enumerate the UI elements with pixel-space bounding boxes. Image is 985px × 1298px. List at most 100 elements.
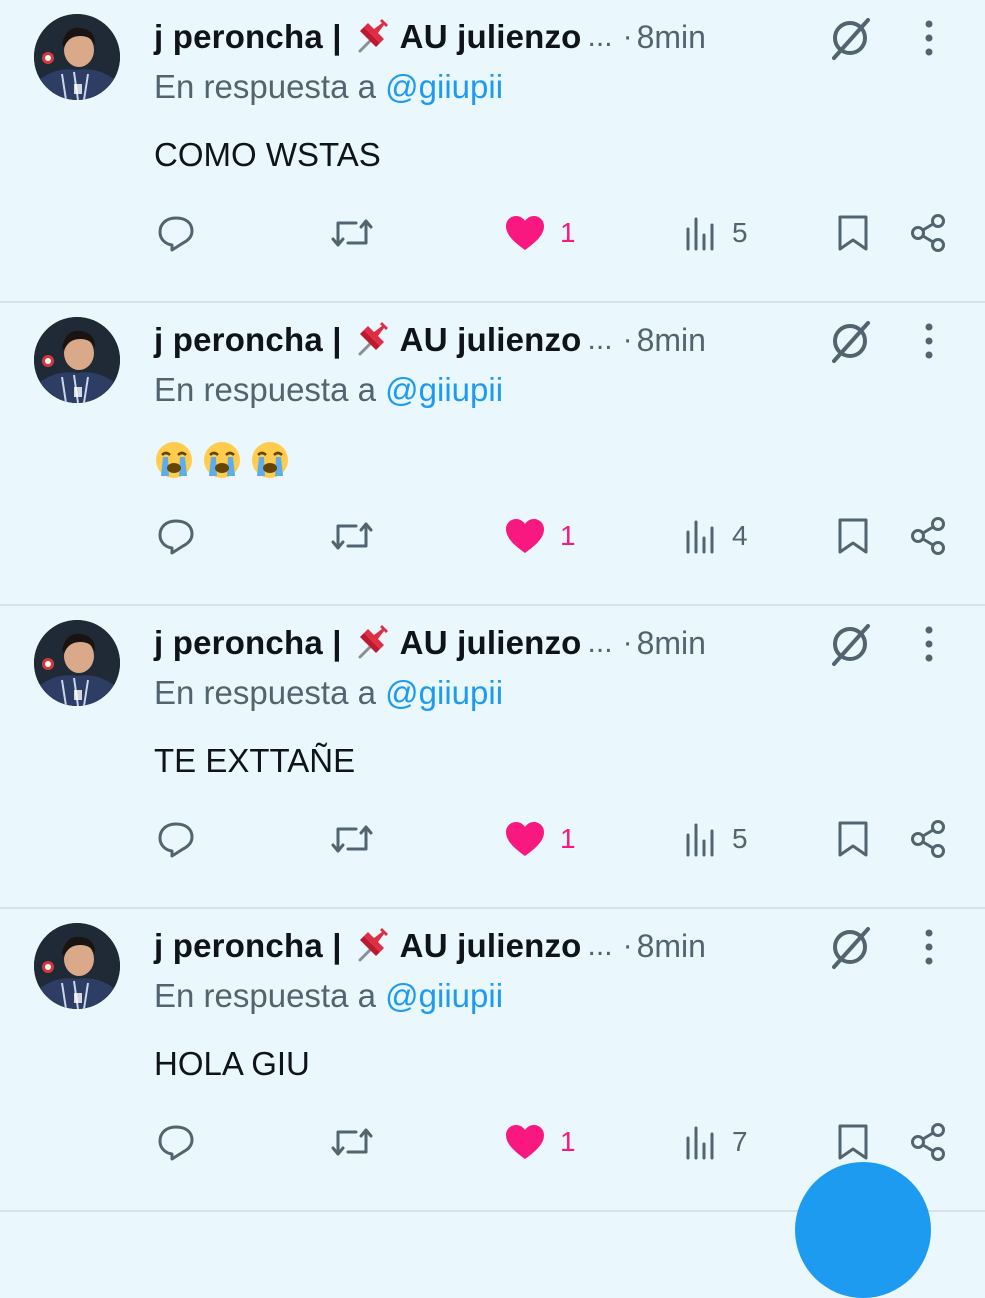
bookmark-button[interactable]: [836, 819, 870, 859]
like-button[interactable]: 1: [504, 819, 576, 859]
like-button[interactable]: 1: [504, 1122, 576, 1162]
retweet-icon: [331, 522, 373, 550]
reply-icon: [158, 822, 194, 858]
reply-icon: [158, 1125, 194, 1161]
views-icon: [686, 823, 714, 857]
author-name-suffix[interactable]: AU julienzo: [400, 321, 582, 359]
retweet-icon: [331, 1128, 373, 1156]
reply-button[interactable]: [156, 819, 196, 859]
reply-icon: [158, 216, 194, 252]
avatar[interactable]: [34, 14, 120, 100]
reply-context: En respuesta a @giiupii: [154, 68, 503, 106]
more-icon[interactable]: [912, 624, 946, 664]
tweet-text: COMO WSTAS: [154, 136, 381, 173]
author-name[interactable]: j peroncha |: [154, 321, 342, 359]
grok-icon[interactable]: [826, 14, 874, 62]
views-button[interactable]: 5: [684, 819, 748, 859]
retweet-button[interactable]: [330, 819, 374, 859]
author-name-suffix[interactable]: AU julienzo: [400, 18, 582, 56]
timestamp[interactable]: 8min: [637, 928, 706, 965]
avatar[interactable]: [34, 317, 120, 403]
reply-prefix: En respuesta a: [154, 674, 386, 711]
bookmark-button[interactable]: [836, 516, 870, 556]
author-name[interactable]: j peroncha |: [154, 927, 342, 965]
reply-context: En respuesta a @giiupii: [154, 977, 503, 1015]
reply-mention-link[interactable]: @giiupii: [385, 674, 503, 711]
like-count: 1: [560, 520, 576, 551]
retweet-button[interactable]: [330, 213, 374, 253]
views-button[interactable]: 4: [684, 516, 748, 556]
share-icon: [911, 1123, 945, 1161]
tweet[interactable]: j peroncha | AU julienzo ... · 8min En r…: [0, 606, 985, 909]
tweet-header: j peroncha | AU julienzo ... · 8min: [154, 923, 706, 969]
like-button[interactable]: 1: [504, 213, 576, 253]
tweet-header: j peroncha | AU julienzo ... · 8min: [154, 317, 706, 363]
views-button[interactable]: 7: [684, 1122, 748, 1162]
reply-mention-link[interactable]: @giiupii: [385, 371, 503, 408]
views-icon: [686, 217, 714, 251]
reply-button[interactable]: [156, 213, 196, 253]
timestamp[interactable]: 8min: [637, 625, 706, 662]
like-button[interactable]: 1: [504, 516, 576, 556]
more-icon[interactable]: [912, 321, 946, 361]
name-ellipsis: ...: [587, 929, 613, 962]
separator-dot: ·: [622, 20, 633, 53]
views-button[interactable]: 5: [684, 213, 748, 253]
tweet-text: [154, 439, 298, 480]
tweet-header: j peroncha | AU julienzo ... · 8min: [154, 620, 706, 666]
bookmark-icon: [838, 1124, 868, 1160]
share-icon: [911, 820, 945, 858]
grok-icon[interactable]: [826, 923, 874, 971]
retweet-button[interactable]: [330, 1122, 374, 1162]
share-button[interactable]: [910, 819, 948, 859]
like-count: 1: [560, 217, 576, 248]
tweet[interactable]: j peroncha | AU julienzo ... · 8min En r…: [0, 303, 985, 606]
reply-mention-link[interactable]: @giiupii: [385, 68, 503, 105]
name-ellipsis: ...: [587, 323, 613, 356]
reply-mention-link[interactable]: @giiupii: [385, 977, 503, 1014]
bookmark-button[interactable]: [836, 1122, 870, 1162]
more-icon[interactable]: [912, 18, 946, 58]
tweet[interactable]: j peroncha | AU julienzo ... · 8min En r…: [0, 0, 985, 303]
retweet-button[interactable]: [330, 516, 374, 556]
author-name[interactable]: j peroncha |: [154, 18, 342, 56]
name-ellipsis: ...: [587, 626, 613, 659]
author-name[interactable]: j peroncha |: [154, 624, 342, 662]
reply-icon: [158, 519, 194, 555]
share-button[interactable]: [910, 516, 948, 556]
timestamp[interactable]: 8min: [637, 322, 706, 359]
share-button[interactable]: [910, 213, 948, 253]
retweet-icon: [331, 219, 373, 247]
pushpin-emoji: [358, 19, 388, 53]
grok-icon[interactable]: [826, 317, 874, 365]
like-count: 1: [560, 823, 576, 854]
avatar[interactable]: [34, 620, 120, 706]
like-count: 1: [560, 1126, 576, 1157]
more-icon[interactable]: [912, 927, 946, 967]
tweet-actions: 1 5: [0, 811, 985, 867]
view-count: 5: [732, 823, 748, 854]
reply-context: En respuesta a @giiupii: [154, 674, 503, 712]
pushpin-emoji: [358, 322, 388, 356]
pushpin-emoji: [358, 625, 388, 659]
share-icon: [911, 214, 945, 252]
share-button[interactable]: [910, 1122, 948, 1162]
author-name-suffix[interactable]: AU julienzo: [400, 624, 582, 662]
heart-icon: [506, 216, 544, 250]
heart-icon: [506, 822, 544, 856]
bookmark-icon: [838, 518, 868, 554]
retweet-icon: [331, 825, 373, 853]
timestamp[interactable]: 8min: [637, 19, 706, 56]
grok-icon[interactable]: [826, 620, 874, 668]
name-ellipsis: ...: [587, 20, 613, 53]
compose-fab-button[interactable]: [795, 1162, 931, 1298]
reply-button[interactable]: [156, 1122, 196, 1162]
author-name-suffix[interactable]: AU julienzo: [400, 927, 582, 965]
tweet-actions: 1 5: [0, 205, 985, 261]
reply-prefix: En respuesta a: [154, 371, 386, 408]
view-count: 7: [732, 1126, 748, 1157]
reply-button[interactable]: [156, 516, 196, 556]
separator-dot: ·: [622, 323, 633, 356]
avatar[interactable]: [34, 923, 120, 1009]
bookmark-button[interactable]: [836, 213, 870, 253]
